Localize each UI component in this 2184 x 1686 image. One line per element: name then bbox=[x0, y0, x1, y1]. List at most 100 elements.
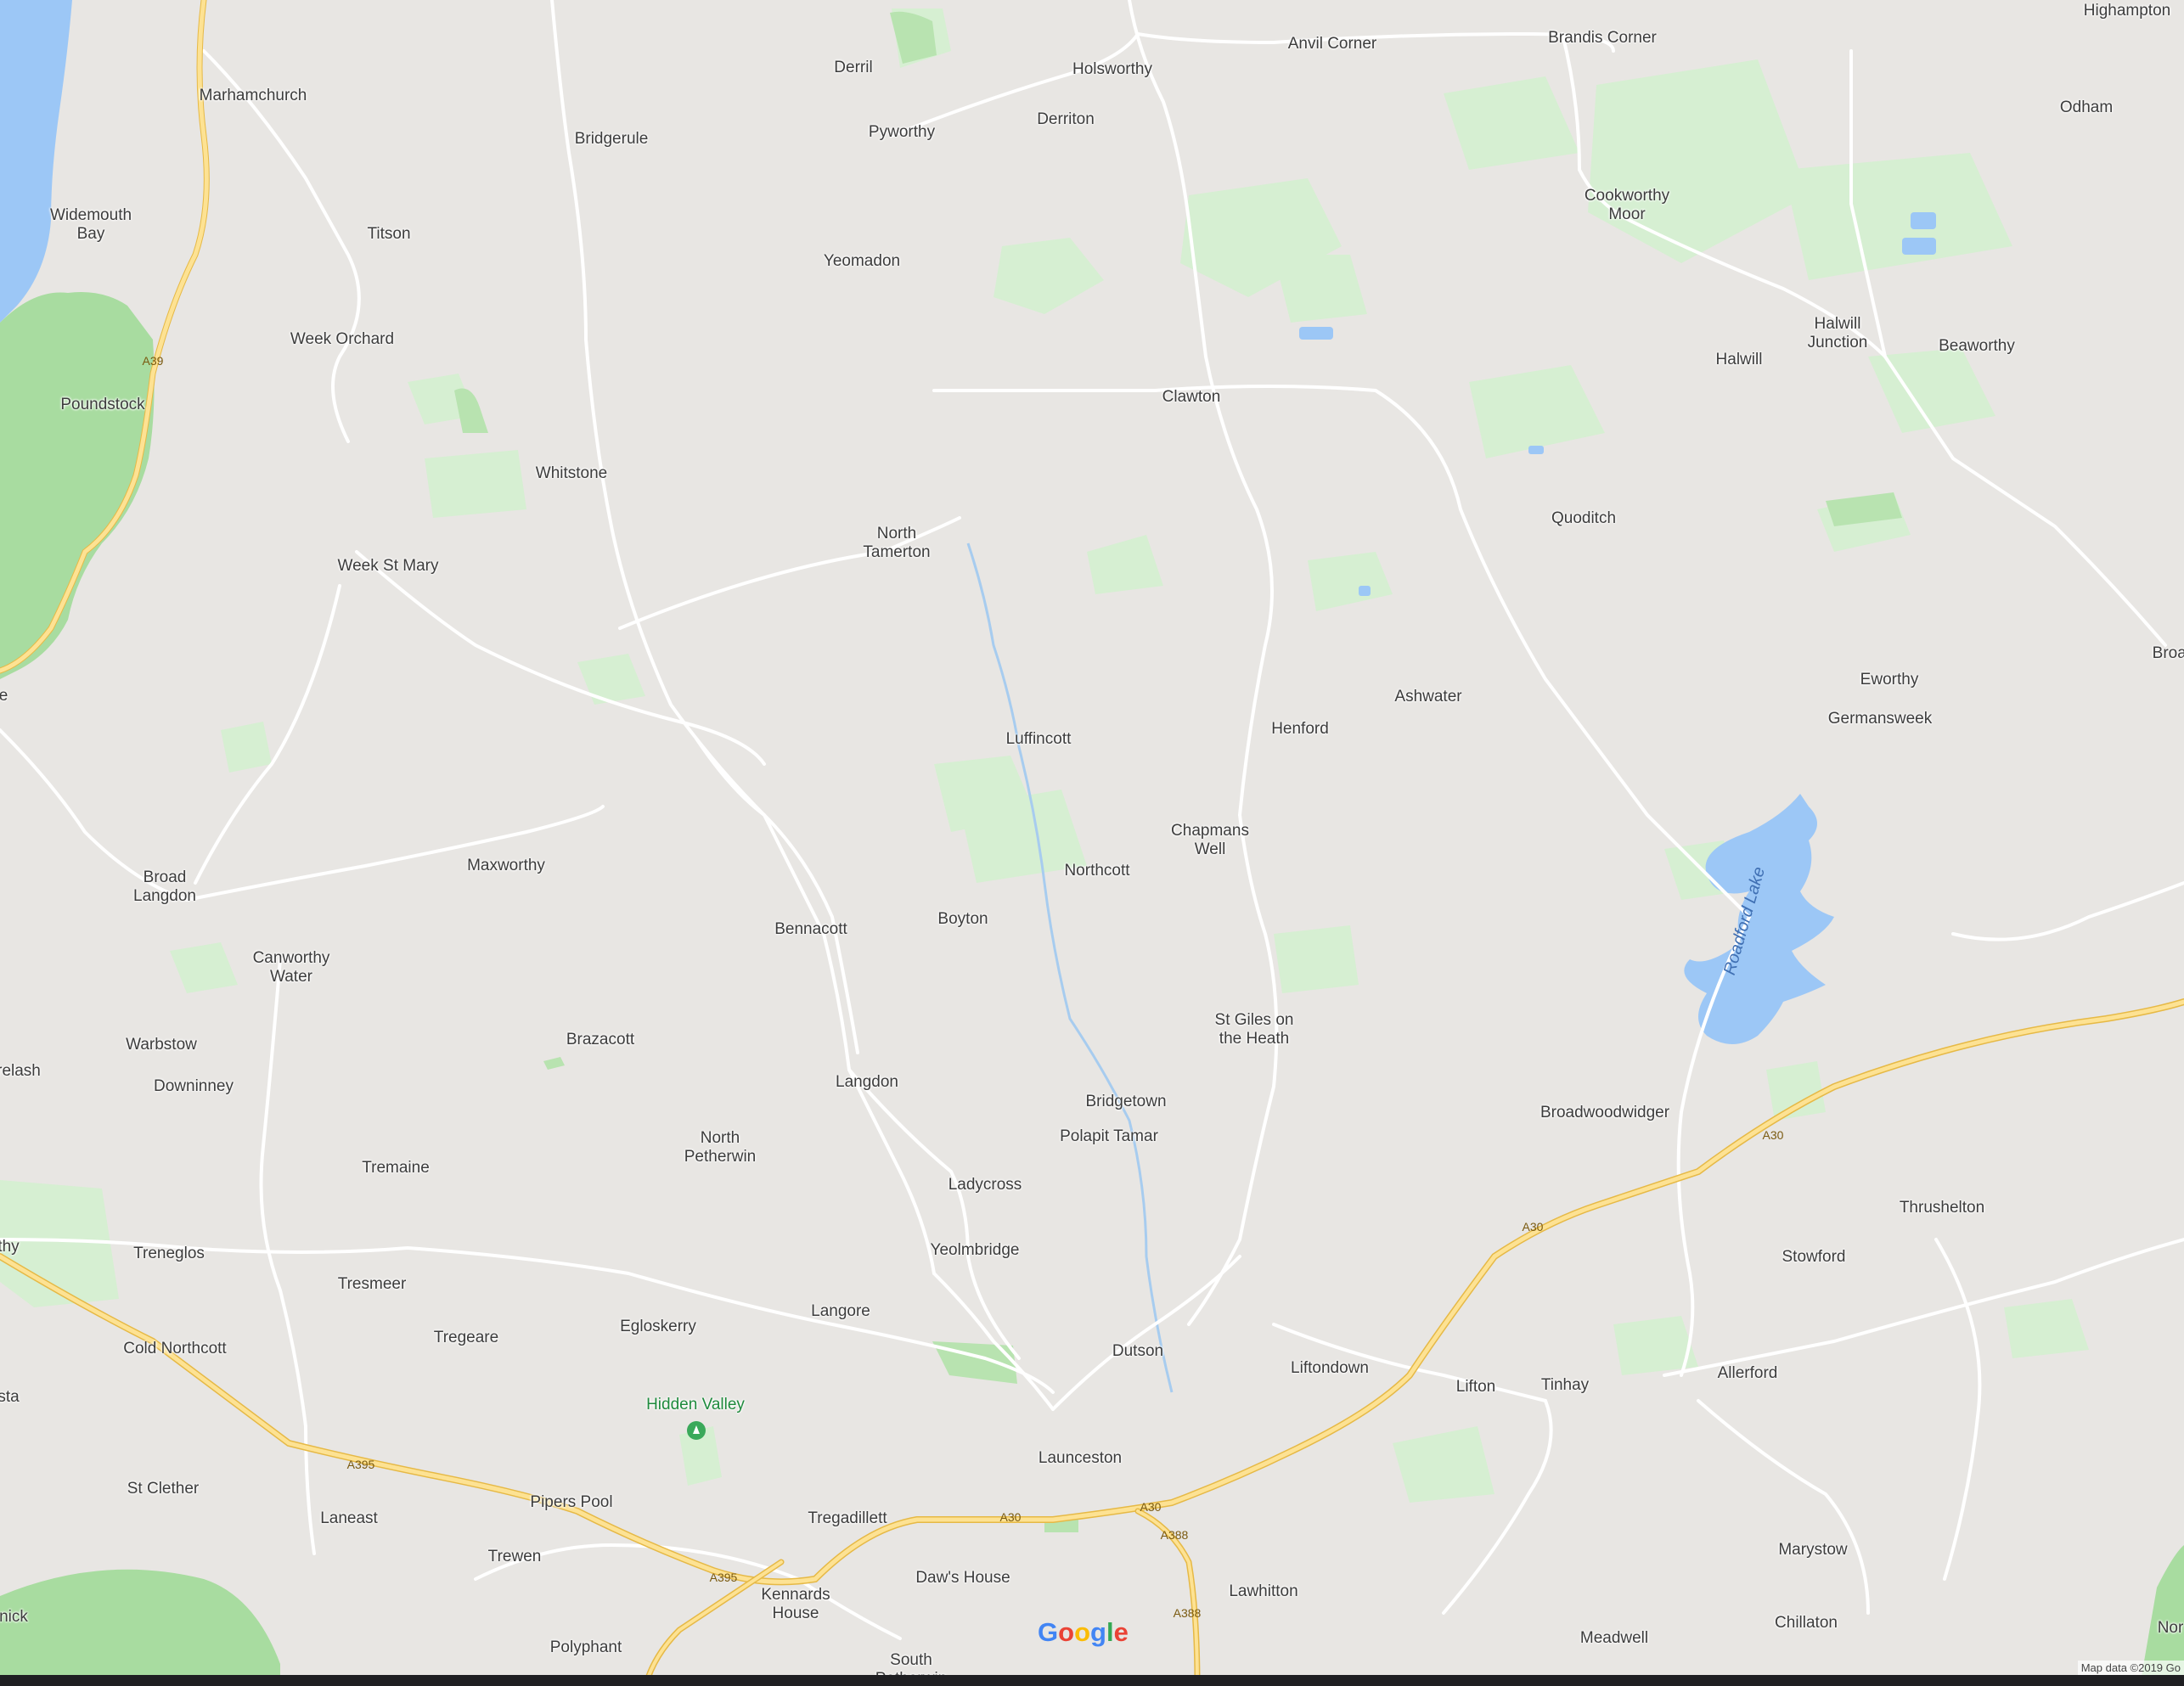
road-shield-a30-2: A30 bbox=[1140, 1500, 1162, 1514]
google-logo-letter: g bbox=[1090, 1617, 1106, 1647]
place-label-week-st-mary[interactable]: Week St Mary bbox=[338, 557, 439, 576]
place-label-treneglos[interactable]: Treneglos bbox=[133, 1245, 205, 1263]
place-label-hidden-valley[interactable]: Hidden Valley bbox=[646, 1396, 745, 1414]
place-label-broad-langdon[interactable]: Broad Langdon bbox=[133, 868, 196, 906]
place-label-tregeare[interactable]: Tregeare bbox=[434, 1329, 498, 1347]
place-label-yeomadon[interactable]: Yeomadon bbox=[824, 252, 900, 271]
place-label-nick[interactable]: nick bbox=[0, 1608, 28, 1627]
place-label-cold-northcott[interactable]: Cold Northcott bbox=[123, 1340, 226, 1358]
place-label-henford[interactable]: Henford bbox=[1271, 720, 1329, 739]
place-label-thy[interactable]: thy bbox=[0, 1238, 20, 1256]
place-label-brandis-corner[interactable]: Brandis Corner bbox=[1548, 29, 1657, 48]
place-label-bridgerule[interactable]: Bridgerule bbox=[575, 130, 649, 149]
place-label-germansweek[interactable]: Germansweek bbox=[1828, 710, 1933, 728]
place-label-egloskerry[interactable]: Egloskerry bbox=[620, 1318, 696, 1336]
place-label-bennacott[interactable]: Bennacott bbox=[774, 920, 847, 939]
place-label-yeolmbridge[interactable]: Yeolmbridge bbox=[931, 1241, 1020, 1260]
place-label-warbstow[interactable]: Warbstow bbox=[126, 1036, 197, 1054]
place-label-boyton[interactable]: Boyton bbox=[937, 910, 988, 929]
place-label-maxworthy[interactable]: Maxworthy bbox=[467, 857, 545, 875]
place-label-marhamchurch[interactable]: Marhamchurch bbox=[200, 87, 307, 105]
place-label-lifton[interactable]: Lifton bbox=[1456, 1378, 1495, 1397]
place-label-sta[interactable]: sta bbox=[0, 1388, 20, 1407]
place-label-tresmeer[interactable]: Tresmeer bbox=[338, 1275, 407, 1294]
google-logo-letter: o bbox=[1074, 1617, 1090, 1647]
place-label-whitstone[interactable]: Whitstone bbox=[536, 464, 607, 483]
place-label-st-clether[interactable]: St Clether bbox=[127, 1480, 199, 1498]
place-label-e[interactable]: e bbox=[0, 687, 8, 705]
place-label-derriton[interactable]: Derriton bbox=[1037, 110, 1095, 129]
place-label-chillaton[interactable]: Chillaton bbox=[1775, 1614, 1838, 1633]
place-label-lawhitton[interactable]: Lawhitton bbox=[1229, 1582, 1297, 1601]
place-label-poundstock[interactable]: Poundstock bbox=[60, 396, 144, 414]
place-label-luffincott[interactable]: Luffincott bbox=[1006, 730, 1072, 749]
place-label-northcott[interactable]: Northcott bbox=[1064, 862, 1129, 880]
place-label-tinhay[interactable]: Tinhay bbox=[1541, 1376, 1589, 1395]
place-label-anvil-corner[interactable]: Anvil Corner bbox=[1288, 35, 1377, 53]
map-attribution[interactable]: Map data ©2019 Go bbox=[2077, 1661, 2184, 1675]
place-label-allerford[interactable]: Allerford bbox=[1718, 1364, 1778, 1383]
map-base-layer bbox=[0, 0, 2184, 1686]
place-label-polapit-tamar[interactable]: Polapit Tamar bbox=[1060, 1127, 1158, 1146]
taskbar bbox=[0, 1675, 2184, 1686]
place-label-laneast[interactable]: Laneast bbox=[320, 1509, 378, 1528]
road-shield-a395-2: A395 bbox=[709, 1571, 738, 1584]
place-label-odham[interactable]: Odham bbox=[2060, 98, 2113, 117]
place-label-relash[interactable]: relash bbox=[0, 1062, 41, 1081]
place-label-broadwoodwidger[interactable]: Broadwoodwidger bbox=[1540, 1104, 1669, 1122]
place-label-langore[interactable]: Langore bbox=[811, 1302, 870, 1321]
place-label-polyphant[interactable]: Polyphant bbox=[550, 1638, 622, 1657]
place-label-langdon[interactable]: Langdon bbox=[836, 1073, 898, 1092]
park-pin-icon[interactable] bbox=[687, 1421, 706, 1440]
place-label-tremaine[interactable]: Tremaine bbox=[362, 1159, 430, 1177]
place-label-downinney[interactable]: Downinney bbox=[154, 1077, 234, 1096]
place-label-beaworthy[interactable]: Beaworthy bbox=[1939, 337, 2015, 356]
place-label-nor[interactable]: Nor bbox=[2158, 1619, 2184, 1638]
place-label-highampton[interactable]: Highampton bbox=[2084, 2, 2170, 20]
place-label-titson[interactable]: Titson bbox=[367, 225, 410, 244]
place-label-tregadillett[interactable]: Tregadillett bbox=[808, 1509, 887, 1528]
place-label-meadwell[interactable]: Meadwell bbox=[1580, 1629, 1648, 1648]
place-label-bridgetown[interactable]: Bridgetown bbox=[1085, 1093, 1166, 1111]
road-shield-a30-3: A30 bbox=[1522, 1220, 1544, 1234]
place-label-north-petherwin[interactable]: North Petherwin bbox=[684, 1129, 757, 1166]
place-label-marystow[interactable]: Marystow bbox=[1778, 1541, 1847, 1560]
google-logo-letter: e bbox=[1113, 1617, 1129, 1647]
road-shield-a388: A388 bbox=[1160, 1528, 1189, 1542]
place-label-cookworthy-moor[interactable]: Cookworthy Moor bbox=[1585, 187, 1669, 224]
place-label-clawton[interactable]: Clawton bbox=[1162, 388, 1221, 407]
place-label-dutson[interactable]: Dutson bbox=[1112, 1342, 1163, 1361]
place-label-canworthy-water[interactable]: Canworthy Water bbox=[253, 949, 330, 986]
place-label-chapmans-well[interactable]: Chapmans Well bbox=[1171, 822, 1249, 859]
place-label-launceston[interactable]: Launceston bbox=[1039, 1449, 1122, 1468]
place-label-north-tamerton[interactable]: North Tamerton bbox=[863, 525, 930, 562]
place-label-week-orchard[interactable]: Week Orchard bbox=[290, 330, 394, 349]
place-label-halwill[interactable]: Halwill bbox=[1716, 351, 1763, 369]
place-label-kennards-house[interactable]: Kennards House bbox=[761, 1586, 830, 1623]
road-shield-a39: A39 bbox=[142, 354, 164, 368]
place-label-ladycross[interactable]: Ladycross bbox=[948, 1176, 1022, 1194]
map-canvas[interactable]: Marhamchurch Widemouth Bay Titson Bridgerul… bbox=[0, 0, 2184, 1686]
place-label-broad[interactable]: Broad bbox=[2153, 644, 2184, 663]
place-label-thrushelton[interactable]: Thrushelton bbox=[1900, 1199, 1984, 1217]
road-shield-a388-2: A388 bbox=[1173, 1606, 1202, 1620]
place-label-widemouth-bay[interactable]: Widemouth Bay bbox=[50, 206, 132, 244]
google-logo-letter: o bbox=[1058, 1617, 1075, 1647]
road-shield-a395: A395 bbox=[346, 1458, 375, 1471]
road-shield-a30-4: A30 bbox=[1762, 1128, 1784, 1142]
place-label-trewen[interactable]: Trewen bbox=[488, 1548, 542, 1566]
place-label-derril[interactable]: Derril bbox=[834, 59, 872, 77]
place-label-brazacott[interactable]: Brazacott bbox=[566, 1031, 634, 1049]
place-label-ashwater[interactable]: Ashwater bbox=[1394, 688, 1461, 706]
place-label-pyworthy[interactable]: Pyworthy bbox=[869, 123, 935, 142]
road-shield-a30: A30 bbox=[999, 1510, 1022, 1524]
place-label-holsworthy[interactable]: Holsworthy bbox=[1072, 60, 1152, 79]
place-label-quoditch[interactable]: Quoditch bbox=[1551, 509, 1616, 528]
place-label-daw-s-house[interactable]: Daw's House bbox=[915, 1569, 1010, 1588]
place-label-eworthy[interactable]: Eworthy bbox=[1860, 671, 1919, 689]
place-label-liftondown[interactable]: Liftondown bbox=[1291, 1359, 1369, 1378]
place-label-st-giles-on-the-heath[interactable]: St Giles on the Heath bbox=[1215, 1011, 1294, 1048]
place-label-halwill-junction[interactable]: Halwill Junction bbox=[1808, 315, 1868, 352]
place-label-pipers-pool[interactable]: Pipers Pool bbox=[530, 1493, 612, 1512]
place-label-stowford[interactable]: Stowford bbox=[1782, 1248, 1846, 1267]
